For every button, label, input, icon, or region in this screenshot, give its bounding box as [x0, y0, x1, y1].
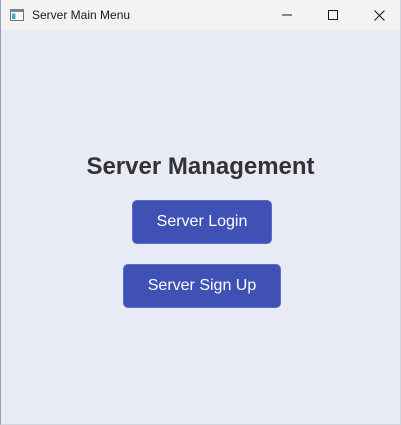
page-title: Server Management — [86, 153, 315, 180]
app-window-icon — [10, 8, 24, 21]
minimize-button[interactable] — [264, 0, 310, 30]
window-title: Server Main Menu — [32, 8, 131, 22]
close-button[interactable] — [356, 0, 401, 30]
server-signup-button[interactable]: Server Sign Up — [123, 264, 281, 308]
close-icon — [373, 9, 385, 21]
app-window: Server Main Menu Server Management Serve… — [0, 0, 401, 425]
main-content: Server Management Server Login Server Si… — [1, 30, 400, 425]
maximize-button[interactable] — [310, 0, 356, 30]
minimize-icon — [282, 10, 292, 20]
maximize-icon — [328, 10, 338, 20]
server-login-button[interactable]: Server Login — [132, 200, 272, 244]
title-bar[interactable]: Server Main Menu — [1, 0, 400, 30]
